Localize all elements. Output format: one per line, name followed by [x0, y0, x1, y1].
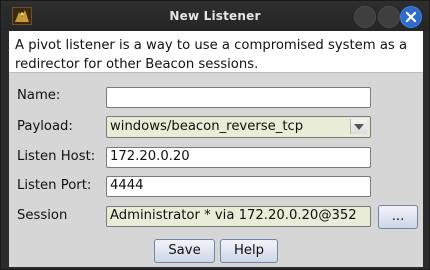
session-browse-button[interactable]: ... [378, 205, 418, 229]
session-label: Session [17, 208, 68, 223]
listen-port-label: Listen Port: [17, 178, 92, 193]
close-icon[interactable] [400, 6, 422, 28]
new-listener-dialog: New Listener A pivot listener is a way t… [0, 0, 430, 270]
maximize-icon[interactable] [378, 6, 400, 28]
title-bar[interactable]: New Listener [1, 1, 429, 31]
listen-port-field[interactable]: 4444 [106, 176, 371, 197]
help-button[interactable]: Help [220, 239, 278, 263]
name-label: Name: [17, 88, 61, 103]
listen-host-field[interactable]: 172.20.0.20 [106, 147, 371, 168]
name-field[interactable] [106, 87, 371, 108]
payload-value: windows/beacon_reverse_tcp [110, 119, 304, 134]
dropdown-arrow-icon[interactable] [350, 119, 367, 134]
listen-host-label: Listen Host: [17, 149, 96, 164]
save-button[interactable]: Save [154, 239, 215, 263]
minimize-icon[interactable] [354, 6, 376, 28]
payload-label: Payload: [17, 119, 73, 134]
dialog-body: A pivot listener is a way to use a compr… [9, 31, 423, 267]
payload-select[interactable]: windows/beacon_reverse_tcp [106, 116, 371, 138]
description-text: A pivot listener is a way to use a compr… [9, 31, 423, 73]
session-field[interactable]: Administrator * via 172.20.0.20@352 [106, 206, 371, 227]
